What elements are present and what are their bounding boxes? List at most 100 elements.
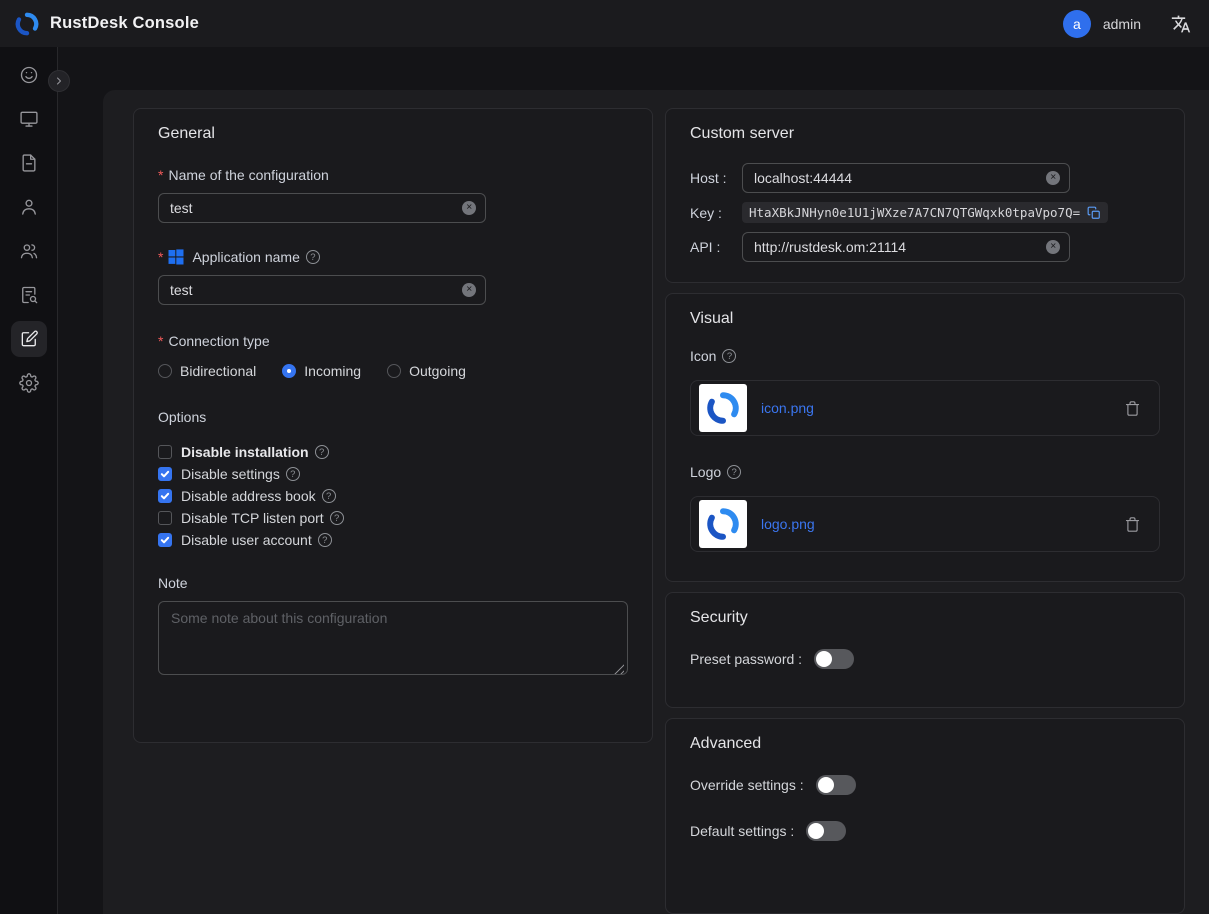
app-title: RustDesk Console — [50, 14, 199, 33]
security-title: Security — [690, 609, 1160, 627]
icon-file-link[interactable]: icon.png — [761, 400, 814, 416]
help-icon[interactable] — [315, 445, 329, 459]
general-title: General — [158, 125, 628, 143]
security-card: Security Preset password : — [665, 592, 1185, 708]
key-value: HtaXBkJNHyn0e1U1jWXze7A7CN7QTGWqxk0tpaVp… — [749, 205, 1080, 220]
required-asterisk: * — [158, 333, 163, 349]
sidebar-item-logs[interactable] — [11, 277, 47, 313]
option-disable-address-book[interactable]: Disable address book — [158, 485, 628, 507]
clear-icon[interactable] — [1046, 171, 1060, 185]
chevron-right-icon — [53, 75, 65, 87]
connection-type-group: Bidirectional Incoming Outgoing — [158, 363, 628, 379]
sidebar-item-users[interactable] — [11, 189, 47, 225]
option-disable-user-account[interactable]: Disable user account — [158, 529, 628, 551]
name-input[interactable] — [170, 200, 462, 216]
radio-incoming[interactable]: Incoming — [282, 363, 361, 379]
users-icon — [19, 241, 39, 261]
brand: RustDesk Console — [14, 11, 199, 37]
preset-password-label: Preset password : — [690, 651, 802, 667]
connection-type-label: * Connection type — [158, 333, 628, 349]
visual-card: Visual Icon icon.png Logo — [665, 293, 1185, 582]
radio-circle[interactable] — [387, 364, 401, 378]
required-asterisk: * — [158, 249, 163, 265]
help-icon[interactable] — [286, 467, 300, 481]
help-icon[interactable] — [306, 250, 320, 264]
option-disable-settings[interactable]: Disable settings — [158, 463, 628, 485]
trash-icon[interactable] — [1124, 516, 1141, 533]
edit-square-icon — [19, 329, 39, 349]
api-label: API : — [690, 239, 742, 255]
sidebar-collapse-button[interactable] — [48, 70, 70, 92]
help-icon[interactable] — [727, 465, 741, 479]
checkbox[interactable] — [158, 533, 172, 547]
icon-file-thumbnail — [699, 384, 747, 432]
custom-server-title: Custom server — [690, 125, 1160, 143]
override-settings-toggle[interactable] — [816, 775, 856, 795]
checkbox[interactable] — [158, 467, 172, 481]
note-textarea-wrap — [158, 601, 628, 680]
windows-icon — [168, 249, 184, 265]
sidebar-item-settings[interactable] — [11, 365, 47, 401]
copy-icon[interactable] — [1087, 206, 1101, 220]
clear-icon[interactable] — [1046, 240, 1060, 254]
sidebar-item-groups[interactable] — [11, 233, 47, 269]
api-input[interactable] — [754, 239, 1046, 255]
override-settings-label: Override settings : — [690, 777, 804, 793]
avatar[interactable]: a — [1063, 10, 1091, 38]
checkbox[interactable] — [158, 511, 172, 525]
advanced-card: Advanced Override settings : Default set… — [665, 718, 1185, 914]
translate-icon[interactable] — [1171, 14, 1191, 34]
options-label: Options — [158, 409, 628, 425]
help-icon[interactable] — [318, 533, 332, 547]
default-settings-toggle[interactable] — [806, 821, 846, 841]
note-label: Note — [158, 575, 628, 591]
name-label: * Name of the configuration — [158, 167, 628, 183]
help-icon[interactable] — [722, 349, 736, 363]
help-icon[interactable] — [322, 489, 336, 503]
help-icon[interactable] — [330, 511, 344, 525]
main-content: General * Name of the configuration * Ap… — [103, 90, 1209, 914]
app-name-label: * Application name — [158, 249, 628, 265]
username[interactable]: admin — [1103, 16, 1141, 32]
clear-icon[interactable] — [462, 283, 476, 297]
app-name-input[interactable] — [170, 282, 462, 298]
key-label: Key : — [690, 205, 742, 221]
sidebar-item-dashboard[interactable] — [11, 57, 47, 93]
note-textarea[interactable] — [158, 601, 628, 675]
radio-circle[interactable] — [158, 364, 172, 378]
radio-bidirectional[interactable]: Bidirectional — [158, 363, 256, 379]
name-input-wrap — [158, 193, 486, 223]
advanced-title: Advanced — [690, 735, 1160, 753]
option-disable-installation[interactable]: Disable installation — [158, 441, 628, 463]
sidebar-item-custom-clients[interactable] — [11, 321, 47, 357]
icon-file-card: icon.png — [690, 380, 1160, 436]
checkbox[interactable] — [158, 489, 172, 503]
host-input-wrap — [742, 163, 1070, 193]
sidebar-item-audit[interactable] — [11, 145, 47, 181]
rustdesk-logo-icon — [705, 390, 741, 426]
logo-file-link[interactable]: logo.png — [761, 516, 815, 532]
clear-icon[interactable] — [462, 201, 476, 215]
topbar: RustDesk Console a admin — [0, 0, 1209, 47]
options-list: Disable installation Disable settings Di… — [158, 441, 628, 551]
host-input[interactable] — [754, 170, 1046, 186]
trash-icon[interactable] — [1124, 400, 1141, 417]
logo-file-card: logo.png — [690, 496, 1160, 552]
override-settings-row: Override settings : — [690, 775, 1160, 795]
option-disable-tcp-listen-port[interactable]: Disable TCP listen port — [158, 507, 628, 529]
api-input-wrap — [742, 232, 1070, 262]
radio-outgoing[interactable]: Outgoing — [387, 363, 466, 379]
sidebar — [0, 47, 58, 914]
document-icon — [19, 153, 39, 173]
preset-password-toggle[interactable] — [814, 649, 854, 669]
sidebar-item-devices[interactable] — [11, 101, 47, 137]
general-card: General * Name of the configuration * Ap… — [133, 108, 653, 743]
checkbox[interactable] — [158, 445, 172, 459]
radio-circle[interactable] — [282, 364, 296, 378]
default-settings-row: Default settings : — [690, 821, 1160, 841]
host-label: Host : — [690, 170, 742, 186]
app-name-input-wrap — [158, 275, 486, 305]
icon-label: Icon — [690, 348, 1160, 364]
logo-file-thumbnail — [699, 500, 747, 548]
smiley-icon — [19, 65, 39, 85]
